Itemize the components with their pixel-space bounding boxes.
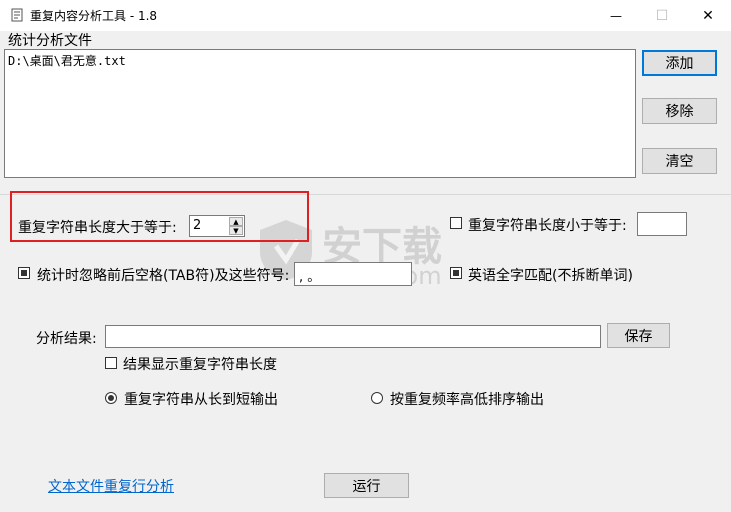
ignore-symbols-input[interactable]: , 。 bbox=[294, 262, 412, 286]
show-length-label: 结果显示重复字符串长度 bbox=[123, 357, 277, 373]
english-word-label: 英语全字匹配(不拆断单词) bbox=[468, 268, 633, 284]
sort-by-length-radio[interactable] bbox=[105, 392, 117, 404]
files-section-label: 统计分析文件 bbox=[8, 33, 92, 49]
file-list-item[interactable]: D:\桌面\君无意.txt bbox=[5, 50, 635, 71]
maximize-button[interactable]: ☐ bbox=[639, 0, 685, 31]
minimize-icon: — bbox=[610, 8, 622, 23]
min-length-value: 2 bbox=[193, 218, 202, 233]
result-label: 分析结果: bbox=[36, 331, 97, 347]
close-icon: ✕ bbox=[702, 7, 714, 24]
maximize-icon: ☐ bbox=[655, 7, 669, 24]
file-list[interactable]: D:\桌面\君无意.txt bbox=[4, 49, 636, 178]
save-button[interactable]: 保存 bbox=[607, 323, 670, 348]
run-button[interactable]: 运行 bbox=[324, 473, 409, 498]
line-analysis-link[interactable]: 文本文件重复行分析 bbox=[48, 476, 174, 496]
close-button[interactable]: ✕ bbox=[685, 0, 731, 31]
show-length-checkbox[interactable] bbox=[105, 357, 117, 369]
clear-button[interactable]: 清空 bbox=[642, 148, 717, 174]
ignore-spaces-checkbox[interactable] bbox=[18, 267, 30, 279]
window-title: 重复内容分析工具 - 1.8 bbox=[30, 9, 158, 23]
app-icon bbox=[10, 8, 24, 23]
spin-up-icon[interactable]: ▲ bbox=[229, 217, 243, 226]
spin-down-icon[interactable]: ▼ bbox=[229, 226, 243, 235]
minimize-button[interactable]: — bbox=[593, 0, 639, 31]
remove-button[interactable]: 移除 bbox=[642, 98, 717, 124]
max-length-checkbox[interactable] bbox=[450, 217, 462, 229]
english-word-checkbox[interactable] bbox=[450, 267, 462, 279]
sort-by-frequency-radio[interactable] bbox=[371, 392, 383, 404]
min-length-label: 重复字符串长度大于等于: bbox=[18, 220, 177, 236]
max-length-label: 重复字符串长度小于等于: bbox=[468, 218, 627, 234]
ignore-spaces-label: 统计时忽略前后空格(TAB符)及这些符号: bbox=[37, 268, 290, 284]
title-bar: 重复内容分析工具 - 1.8 — ☐ ✕ bbox=[0, 0, 731, 31]
sort-by-frequency-label: 按重复频率高低排序输出 bbox=[390, 392, 544, 408]
add-button[interactable]: 添加 bbox=[642, 50, 717, 76]
max-length-input[interactable] bbox=[637, 212, 687, 236]
result-path-input[interactable] bbox=[105, 325, 601, 348]
sort-by-length-label: 重复字符串从长到短输出 bbox=[124, 392, 278, 408]
min-length-spinner[interactable]: 2 ▲ ▼ bbox=[189, 215, 245, 237]
